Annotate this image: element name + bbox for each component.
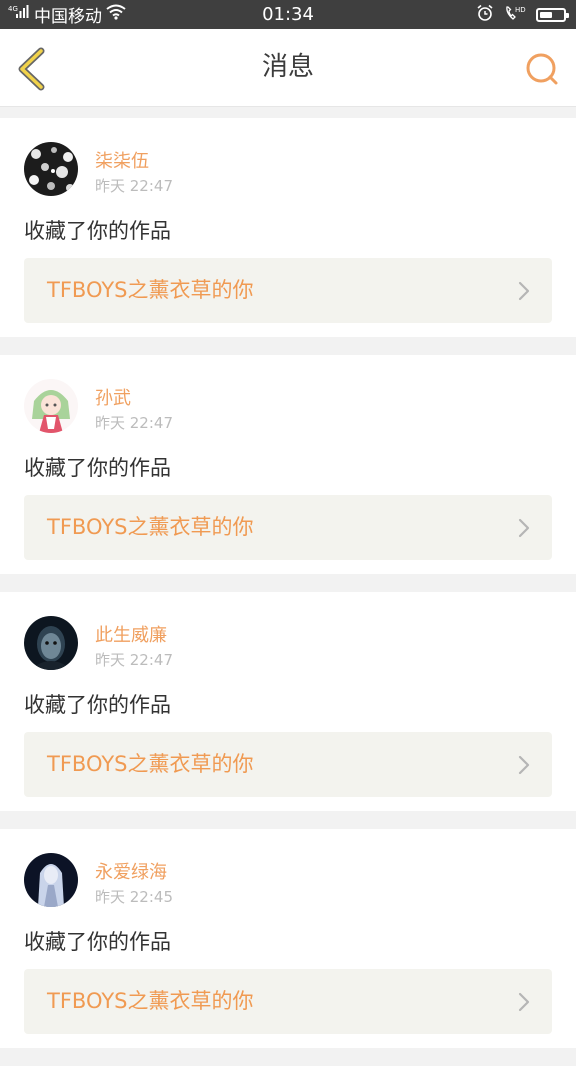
chevron-left-icon (18, 47, 45, 91)
message-time: 昨天 22:45 (95, 888, 173, 906)
message-time: 昨天 22:47 (95, 414, 173, 432)
message-card: 孙武 昨天 22:47 收藏了你的作品 TFBOYS之薰衣草的你 (0, 355, 576, 574)
avatar[interactable] (24, 142, 78, 196)
svg-text:HD: HD (515, 6, 526, 14)
search-button[interactable] (522, 49, 562, 89)
battery-level (540, 11, 552, 18)
status-bar: 4G 中国移动 01:34 HD (0, 0, 576, 29)
chevron-right-icon (518, 992, 530, 1012)
action-text: 收藏了你的作品 (24, 219, 171, 243)
work-title: TFBOYS之薰衣草的你 (47, 752, 254, 776)
search-icon (526, 53, 558, 85)
message-card: 柒柒伍 昨天 22:47 收藏了你的作品 TFBOYS之薰衣草的你 (0, 118, 576, 337)
user-name[interactable]: 孙武 (95, 384, 131, 410)
chevron-right-icon (518, 518, 530, 538)
action-text: 收藏了你的作品 (24, 456, 171, 480)
avatar[interactable] (24, 616, 78, 670)
user-name[interactable]: 永爱绿海 (95, 858, 167, 884)
status-right: HD (476, 4, 569, 26)
message-time: 昨天 22:47 (95, 177, 173, 195)
alarm-icon (476, 4, 494, 26)
user-name[interactable]: 柒柒伍 (95, 147, 149, 173)
hd-call-icon: HD (504, 4, 526, 26)
work-title: TFBOYS之薰衣草的你 (47, 989, 254, 1013)
page-title: 消息 (261, 52, 314, 82)
nav-bar: 消息 (0, 29, 576, 107)
battery-icon (536, 7, 569, 22)
work-link[interactable]: TFBOYS之薰衣草的你 (24, 732, 552, 797)
chevron-right-icon (518, 755, 530, 775)
user-name[interactable]: 此生威廉 (95, 621, 167, 647)
avatar[interactable] (24, 379, 78, 433)
work-link[interactable]: TFBOYS之薰衣草的你 (24, 969, 552, 1034)
message-list: 柒柒伍 昨天 22:47 收藏了你的作品 TFBOYS之薰衣草的你 孙武 昨天 … (0, 118, 576, 1066)
action-text: 收藏了你的作品 (24, 693, 171, 717)
work-link[interactable]: TFBOYS之薰衣草的你 (24, 258, 552, 323)
action-text: 收藏了你的作品 (24, 930, 171, 954)
avatar[interactable] (24, 853, 78, 907)
chevron-right-icon (518, 281, 530, 301)
work-title: TFBOYS之薰衣草的你 (47, 515, 254, 539)
message-time: 昨天 22:47 (95, 651, 173, 669)
back-button[interactable] (8, 43, 56, 93)
work-link[interactable]: TFBOYS之薰衣草的你 (24, 495, 552, 560)
work-title: TFBOYS之薰衣草的你 (47, 278, 254, 302)
message-card: 永爱绿海 昨天 22:45 收藏了你的作品 TFBOYS之薰衣草的你 (0, 829, 576, 1048)
message-card: 此生威廉 昨天 22:47 收藏了你的作品 TFBOYS之薰衣草的你 (0, 592, 576, 811)
